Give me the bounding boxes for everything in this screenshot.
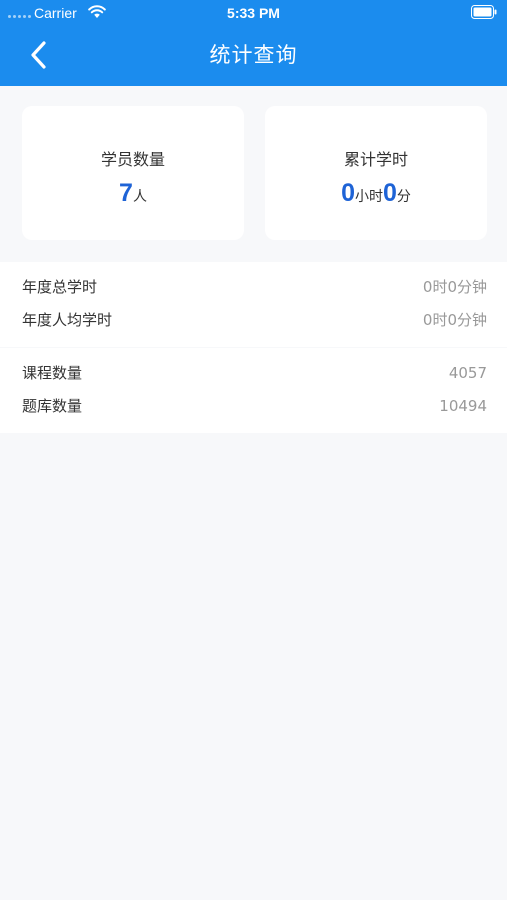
total-study-time-value: 0小时0分 <box>265 178 487 212</box>
list-item: 题库数量 10494 <box>22 392 487 420</box>
student-count-unit: 人 <box>132 189 147 205</box>
list-item: 课程数量 4057 <box>22 359 487 387</box>
annual-average-label: 年度人均学时 <box>22 311 113 329</box>
student-count-number: 7 <box>119 179 133 207</box>
course-count-label: 课程数量 <box>22 364 83 382</box>
library-stats-panel: 课程数量 4057 题库数量 10494 <box>0 348 507 433</box>
summary-cards: 学员数量 7人 累计学时 0小时0分 <box>0 86 507 261</box>
minutes-unit: 分 <box>396 189 411 205</box>
question-bank-count-value: 10494 <box>439 397 487 415</box>
status-bar: Carrier 5:33 PM <box>0 0 507 26</box>
total-study-time-label: 累计学时 <box>343 150 408 169</box>
annual-average-value: 0时0分钟 <box>422 311 487 329</box>
page-title: 统计查询 <box>209 43 298 67</box>
status-time: 5:33 PM <box>227 5 280 21</box>
student-count-card: 学员数量 7人 <box>22 106 244 240</box>
list-item: 年度人均学时 0时0分钟 <box>22 306 487 334</box>
nav-bar: Carrier 5:33 PM 统计查询 <box>0 0 507 86</box>
battery-icon <box>471 5 497 19</box>
hours-unit: 小时 <box>355 189 383 205</box>
annual-total-value: 0时0分钟 <box>422 278 487 296</box>
student-count-label: 学员数量 <box>100 150 165 169</box>
course-count-value: 4057 <box>448 364 487 382</box>
list-item: 年度总学时 0时0分钟 <box>22 273 487 301</box>
total-hours-number: 0 <box>341 179 355 207</box>
student-count-value: 7人 <box>22 178 244 212</box>
annual-total-label: 年度总学时 <box>22 278 98 296</box>
question-bank-count-label: 题库数量 <box>22 397 83 415</box>
total-minutes-number: 0 <box>383 179 397 207</box>
annual-stats-panel: 年度总学时 0时0分钟 年度人均学时 0时0分钟 <box>0 262 507 347</box>
total-study-time-card: 累计学时 0小时0分 <box>265 106 487 240</box>
